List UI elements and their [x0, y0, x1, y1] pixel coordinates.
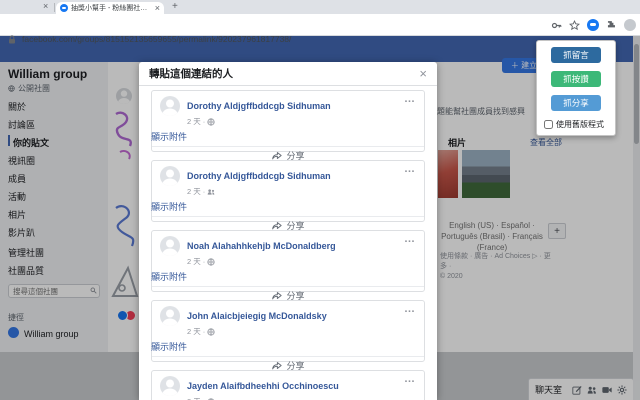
grab-comments-button[interactable]: 抓留言 — [551, 47, 601, 63]
dot-separator: · — [203, 117, 206, 126]
grab-shares-button[interactable]: 抓分享 — [551, 95, 601, 111]
show-attachment-link[interactable]: 顯示附件 — [151, 270, 416, 283]
post-time: 2 天 — [187, 116, 201, 127]
extension-favicon-icon — [60, 4, 68, 12]
post-time: 2 天 — [187, 326, 201, 337]
new-tab-button[interactable]: + — [172, 1, 178, 12]
tab-close-icon[interactable]: × — [155, 3, 160, 13]
more-options-icon[interactable]: … — [404, 303, 416, 315]
avatar[interactable] — [160, 96, 180, 116]
resharer-card: Jayden Alaifbdheehhi Occhinoescu 2 天· … … — [151, 370, 425, 400]
avatar[interactable] — [160, 236, 180, 256]
more-options-icon[interactable]: … — [404, 373, 416, 385]
resharers-modal: 轉貼這個連結的人 × Dorothy Aldjgffbddcgb Sidhuma… — [139, 62, 437, 400]
resharers-list: Dorothy Aldjgffbddcgb Sidhuman 2 天· … 顯示… — [139, 86, 437, 400]
dot-separator: · — [203, 187, 206, 196]
post-time: 2 天 — [187, 256, 201, 267]
legacy-mode-label: 使用舊版程式 — [556, 119, 604, 130]
share-arrow-icon — [271, 291, 282, 300]
share-arrow-icon — [271, 361, 282, 370]
browser-profile-avatar[interactable] — [624, 19, 636, 31]
resharer-card: Noah Alahahhkehjb McDonaldberg 2 天· … 顯示… — [151, 230, 425, 292]
resharer-name[interactable]: John Alaicbjeiegig McDonaldsky — [187, 311, 327, 321]
dot-separator: · — [203, 327, 206, 336]
more-options-icon[interactable]: … — [404, 163, 416, 175]
resharer-card: Dorothy Aldjgffbddcgb Sidhuman 2 天· … 顯示… — [151, 90, 425, 152]
avatar[interactable] — [160, 376, 180, 396]
resharer-name[interactable]: Dorothy Aldjgffbddcgb Sidhuman — [187, 101, 331, 111]
extensions-puzzle-icon[interactable] — [606, 20, 617, 31]
resharer-card: Dorothy Aldjgffbddcgb Sidhuman 2 天· … 顯示… — [151, 160, 425, 222]
privacy-globe-icon — [207, 328, 215, 336]
grab-likes-button[interactable]: 抓按讚 — [551, 71, 601, 87]
close-icon[interactable]: × — [419, 66, 427, 81]
browser-toolbar: facebook.com/groups/815152135659655/perm… — [0, 14, 640, 36]
privacy-globe-icon — [207, 118, 215, 126]
tab-divider — [54, 3, 55, 12]
show-attachment-link[interactable]: 顯示附件 — [151, 130, 416, 143]
resharer-name[interactable]: Noah Alahahhkehjb McDonaldberg — [187, 241, 336, 251]
resharer-card: John Alaicbjeiegig McDonaldsky 2 天· … 顯示… — [151, 300, 425, 362]
privacy-globe-icon — [207, 258, 215, 266]
dot-separator: · — [203, 257, 206, 266]
resharer-name[interactable]: Jayden Alaifbdheehhi Occhinoescu — [187, 381, 339, 391]
more-options-icon[interactable]: … — [404, 233, 416, 245]
share-arrow-icon — [271, 151, 282, 160]
avatar[interactable] — [160, 306, 180, 326]
post-time: 2 天 — [187, 186, 201, 197]
privacy-friends-icon — [207, 188, 215, 196]
extension-dropdown: 抓留言 抓按讚 抓分享 使用舊版程式 — [536, 40, 616, 136]
post-time: 2 天 — [187, 396, 201, 400]
modal-title: 轉貼這個連結的人 — [149, 66, 419, 81]
legacy-mode-option[interactable]: 使用舊版程式 — [544, 119, 615, 130]
active-tab[interactable]: 抽獎小幫手 - 粉絲團社團開獎機 × — [56, 2, 164, 14]
lottery-extension-icon[interactable] — [587, 19, 599, 31]
key-icon[interactable] — [551, 20, 562, 31]
more-options-icon[interactable]: … — [404, 93, 416, 105]
tab-title: 抽獎小幫手 - 粉絲團社團開獎機 — [71, 3, 152, 13]
legacy-mode-checkbox[interactable] — [544, 120, 553, 129]
share-arrow-icon — [271, 221, 282, 230]
show-attachment-link[interactable]: 顯示附件 — [151, 340, 416, 353]
avatar[interactable] — [160, 166, 180, 186]
bookmark-star-icon[interactable] — [569, 20, 580, 31]
ghost-tab-close-icon[interactable]: × — [43, 1, 48, 11]
show-attachment-link[interactable]: 顯示附件 — [151, 200, 416, 213]
url-text[interactable]: facebook.com/groups/815152135659655/perm… — [22, 34, 291, 44]
modal-header: 轉貼這個連結的人 × — [139, 62, 437, 86]
padlock-icon — [8, 35, 16, 44]
resharer-name[interactable]: Dorothy Aldjgffbddcgb Sidhuman — [187, 171, 331, 181]
